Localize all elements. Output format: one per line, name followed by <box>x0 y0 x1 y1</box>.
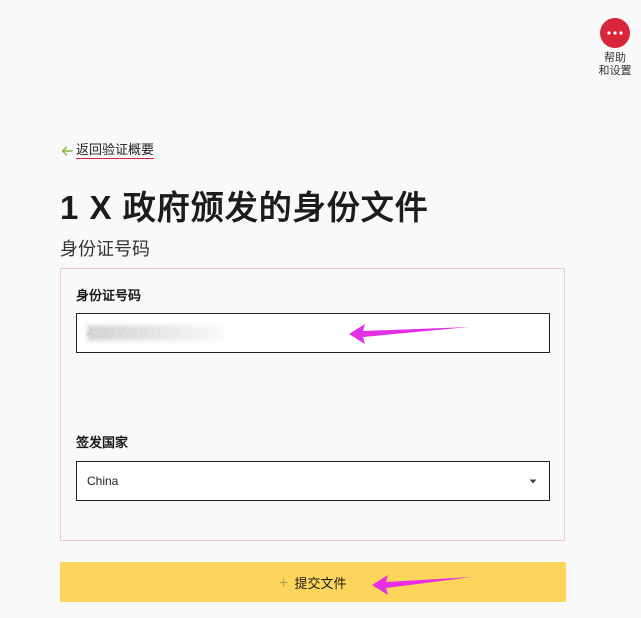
id-number-input[interactable] <box>76 313 550 353</box>
caret-down-icon <box>529 479 537 483</box>
page-subtitle: 身份证号码 <box>60 239 150 259</box>
back-to-summary-link[interactable]: 返回验证概要 <box>61 142 155 159</box>
help-settings[interactable]: 帮助 和设置 <box>595 18 635 78</box>
plus-icon <box>279 578 288 586</box>
help-settings-label: 帮助 和设置 <box>598 52 632 77</box>
id-form-card: 身份证号码 签发国家 China <box>60 268 565 541</box>
issuing-country-select[interactable]: China <box>76 461 550 501</box>
more-dots-icon <box>607 31 623 35</box>
back-link-label[interactable]: 返回验证概要 <box>76 142 155 159</box>
id-number-label: 身份证号码 <box>76 288 142 303</box>
submit-button-label: 提交文件 <box>294 575 347 591</box>
issuing-country-value: China <box>87 474 119 488</box>
help-settings-button[interactable] <box>600 18 630 48</box>
page-title: 1 X 政府颁发的身份文件 <box>60 189 429 226</box>
issuing-country-label: 签发国家 <box>76 435 129 450</box>
arrow-left-icon <box>61 146 73 155</box>
submit-documents-button[interactable]: 提交文件 <box>60 562 566 602</box>
